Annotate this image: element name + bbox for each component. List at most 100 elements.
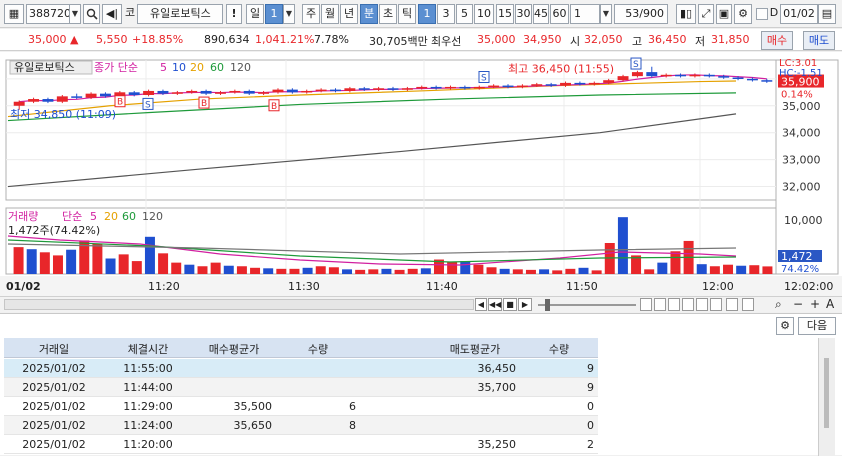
layout-icon[interactable]: ▦ bbox=[4, 4, 24, 24]
volume-bar bbox=[525, 269, 536, 274]
interval-button-15[interactable]: 15 bbox=[496, 4, 514, 24]
interval-button-3[interactable]: 3 bbox=[437, 4, 455, 24]
candle-type-icon[interactable]: ▮▯ bbox=[676, 4, 696, 24]
interval-button-60[interactable]: 60 bbox=[550, 4, 569, 24]
period-minute-button[interactable]: 분 bbox=[360, 4, 378, 24]
layout-single-icon[interactable] bbox=[696, 298, 708, 311]
volume-bar bbox=[39, 252, 50, 274]
date-checkbox[interactable] bbox=[756, 8, 768, 20]
zoom-in-button[interactable]: + bbox=[810, 297, 820, 311]
period-count-input[interactable]: 1 bbox=[265, 4, 283, 24]
zoom-slider[interactable] bbox=[538, 304, 636, 306]
layout-grid-icon[interactable] bbox=[640, 298, 652, 311]
next-button[interactable]: 다음 bbox=[798, 317, 836, 335]
stop-icon[interactable]: ■ bbox=[503, 298, 517, 311]
scrollbar-thumb[interactable] bbox=[824, 358, 829, 428]
bar-count-field[interactable]: 53/900 bbox=[614, 4, 668, 24]
zoom-out-button[interactable]: − bbox=[793, 297, 803, 311]
table-row[interactable]: 2025/01/02 11:55:00 36,450 9 bbox=[4, 359, 598, 378]
table-row[interactable]: 2025/01/02 11:29:00 35,500 6 0 bbox=[4, 397, 598, 416]
chart-area[interactable]: 36,00035,00034,00033,00032,00010,00035,9… bbox=[0, 52, 842, 296]
gear-icon[interactable]: ⚙ bbox=[734, 4, 752, 24]
layout-alt-icon[interactable] bbox=[710, 298, 722, 311]
candle-body bbox=[330, 89, 341, 92]
settings-gear-icon[interactable]: ⚙ bbox=[776, 317, 794, 335]
interval-dropdown-icon[interactable]: ▼ bbox=[600, 4, 612, 24]
scroll-right-icon[interactable]: ▶ bbox=[518, 298, 532, 311]
scroll-track[interactable] bbox=[4, 299, 474, 310]
candle-body bbox=[689, 74, 701, 77]
code-dropdown-icon[interactable]: ▼ bbox=[69, 4, 81, 24]
scroll-left-icon[interactable]: ◀ bbox=[475, 298, 487, 311]
table-row[interactable]: 2025/01/02 11:20:00 35,250 2 bbox=[4, 435, 598, 454]
time-tick-label: 11:40 bbox=[426, 280, 458, 293]
search-icon[interactable] bbox=[83, 4, 100, 24]
volume-bar bbox=[473, 264, 484, 274]
candle-body bbox=[200, 90, 212, 94]
toolbar: ▦ 388720 ▼ ◀| 코 유일로보틱스 ! 일 1 ▼ 주 월 년 분 초… bbox=[0, 0, 842, 28]
volume-bar bbox=[52, 255, 63, 274]
time-tick-label: 12:02:00 bbox=[784, 280, 833, 293]
date-input[interactable]: 01/02 bbox=[780, 4, 818, 24]
volume-bar bbox=[236, 266, 247, 274]
sell-signal-label: S bbox=[145, 100, 151, 110]
chart-scroller: ◀ ◀◀ ■ ▶ ⌕ − + A bbox=[0, 296, 842, 312]
period-day-button[interactable]: 일 bbox=[246, 4, 264, 24]
candle-body bbox=[128, 92, 140, 95]
draw-tool-icon[interactable]: ⤢ bbox=[698, 4, 714, 24]
quote-type: 최우선 bbox=[431, 35, 462, 48]
period-second-button[interactable]: 초 bbox=[379, 4, 397, 24]
stock-code-input[interactable]: 388720 bbox=[26, 4, 70, 24]
rewind-icon[interactable]: ◀◀ bbox=[488, 298, 502, 311]
candle-body bbox=[143, 90, 155, 95]
period-dropdown-icon[interactable]: ▼ bbox=[283, 4, 295, 24]
alert-button[interactable]: ! bbox=[226, 4, 242, 24]
candle-body bbox=[373, 88, 385, 90]
font-size-button[interactable]: A bbox=[826, 297, 834, 311]
candle-body bbox=[445, 86, 456, 89]
layout-wide-icon[interactable] bbox=[682, 298, 694, 311]
table-scrollbar[interactable] bbox=[818, 338, 835, 456]
candle-body bbox=[703, 74, 715, 77]
volume-bar bbox=[223, 265, 234, 274]
interval-button-10[interactable]: 10 bbox=[474, 4, 494, 24]
volume-ratio: 1,041.21% bbox=[255, 33, 315, 46]
price-tick-label: 35,000 bbox=[782, 100, 821, 113]
layout-split-icon[interactable] bbox=[654, 298, 666, 311]
open-label: 시 bbox=[570, 35, 581, 48]
zoom-handle[interactable] bbox=[545, 299, 550, 311]
layout-stack-icon[interactable] bbox=[668, 298, 680, 311]
buy-button[interactable]: 매수 bbox=[761, 31, 793, 50]
interval-button-45[interactable]: 45 bbox=[533, 4, 549, 24]
period-tick-button[interactable]: 틱 bbox=[398, 4, 416, 24]
interval-button-1[interactable]: 1 bbox=[418, 4, 436, 24]
stock-name-field[interactable]: 유일로보틱스 bbox=[137, 4, 223, 24]
table-cell: 2025/01/02 bbox=[22, 362, 86, 375]
sell-button[interactable]: 매도 bbox=[803, 31, 835, 50]
period-month-button[interactable]: 월 bbox=[321, 4, 339, 24]
interval-input[interactable]: 1 bbox=[570, 4, 600, 24]
candle-body bbox=[243, 90, 255, 94]
zoom-search-icon[interactable]: ⌕ bbox=[775, 297, 782, 312]
layout-extra-icon[interactable] bbox=[726, 298, 738, 311]
market-char: 코 bbox=[124, 6, 136, 19]
price-volume-chart[interactable]: 36,00035,00034,00033,00032,00010,00035,9… bbox=[0, 52, 842, 296]
speaker-icon[interactable]: ◀| bbox=[102, 4, 122, 24]
period-year-button[interactable]: 년 bbox=[340, 4, 358, 24]
high-annotation: 최고 36,450 (11:55) bbox=[508, 63, 614, 76]
interval-button-30[interactable]: 30 bbox=[515, 4, 532, 24]
table-row[interactable]: 2025/01/02 11:24:00 35,650 8 0 bbox=[4, 416, 598, 435]
low-price: 31,850 bbox=[711, 33, 750, 46]
table-row[interactable]: 2025/01/02 11:44:00 35,700 9 bbox=[4, 378, 598, 397]
turnover-rate: 7.78% bbox=[314, 33, 349, 46]
period-week-button[interactable]: 주 bbox=[302, 4, 320, 24]
volume-bar bbox=[381, 268, 392, 274]
stock-name-text: 유일로보틱스 bbox=[150, 7, 211, 20]
ma-period-label: 120 bbox=[230, 61, 251, 74]
layout-more-icon[interactable] bbox=[742, 298, 754, 311]
quote-bar: 35,000 ▲ 5,550 +18.85% 890,634 1,041.21%… bbox=[0, 29, 842, 51]
table-cell: 2025/01/02 bbox=[22, 438, 86, 451]
save-icon[interactable]: ▣ bbox=[716, 4, 732, 24]
interval-button-5[interactable]: 5 bbox=[456, 4, 473, 24]
calendar-icon[interactable]: ▤ bbox=[818, 4, 836, 24]
